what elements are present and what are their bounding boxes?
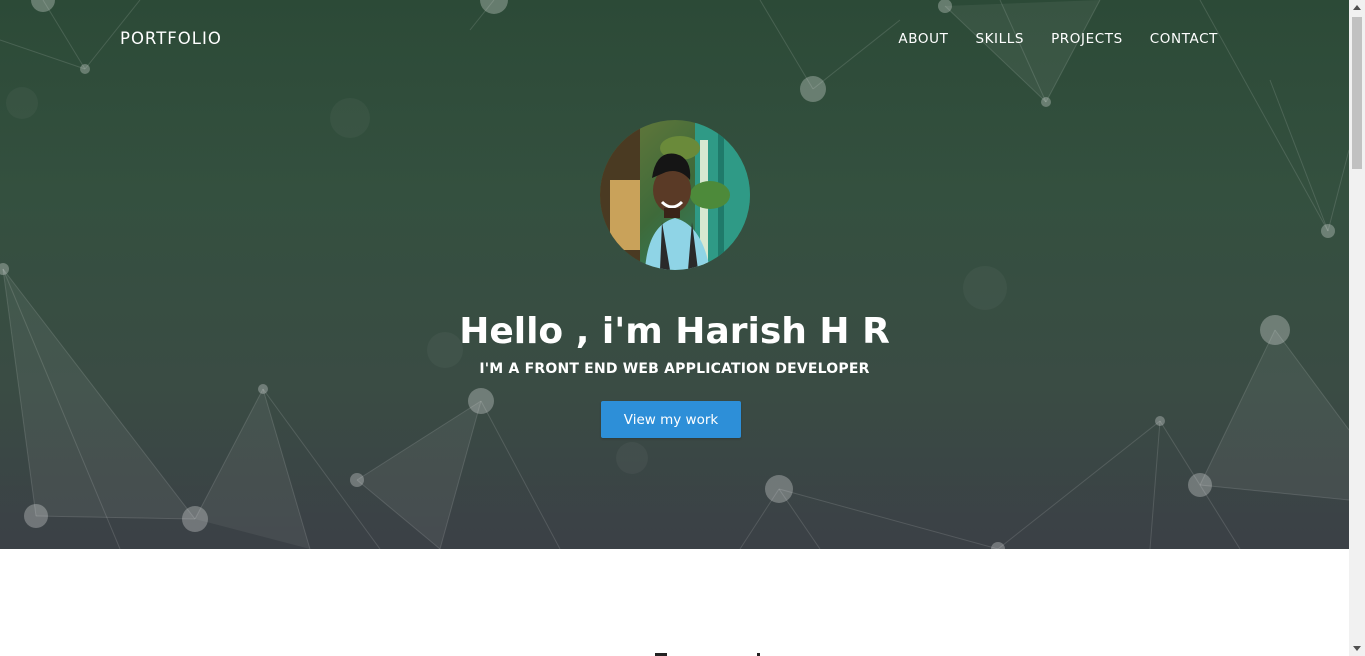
scroll-down-arrow-icon[interactable] [1353, 646, 1361, 651]
scrollbar-thumb[interactable] [1352, 17, 1362, 169]
profile-avatar [600, 120, 750, 270]
hero-title: Hello , i'm Harish H R [459, 311, 890, 352]
vertical-scrollbar[interactable] [1349, 0, 1365, 656]
next-section-heading-peek [655, 653, 760, 656]
network-background [0, 0, 1349, 549]
profile-photo-icon [600, 120, 750, 270]
page: PORTFOLIO ABOUT SKILLS PROJECTS CONTACT [0, 0, 1349, 656]
nav-link-skills[interactable]: SKILLS [975, 31, 1024, 47]
hero-section: PORTFOLIO ABOUT SKILLS PROJECTS CONTACT [0, 0, 1349, 549]
hero-subtitle: I'M A FRONT END WEB APPLICATION DEVELOPE… [479, 361, 870, 377]
brand-logo[interactable]: PORTFOLIO [120, 29, 222, 48]
scroll-up-arrow-icon[interactable] [1353, 5, 1361, 10]
nav-link-projects[interactable]: PROJECTS [1051, 31, 1123, 47]
view-my-work-button[interactable]: View my work [601, 401, 741, 438]
top-navbar: PORTFOLIO ABOUT SKILLS PROJECTS CONTACT [0, 0, 1349, 80]
nav-link-about[interactable]: ABOUT [898, 31, 948, 47]
nav-links: ABOUT SKILLS PROJECTS CONTACT [871, 31, 1218, 47]
nav-link-contact[interactable]: CONTACT [1150, 31, 1218, 47]
